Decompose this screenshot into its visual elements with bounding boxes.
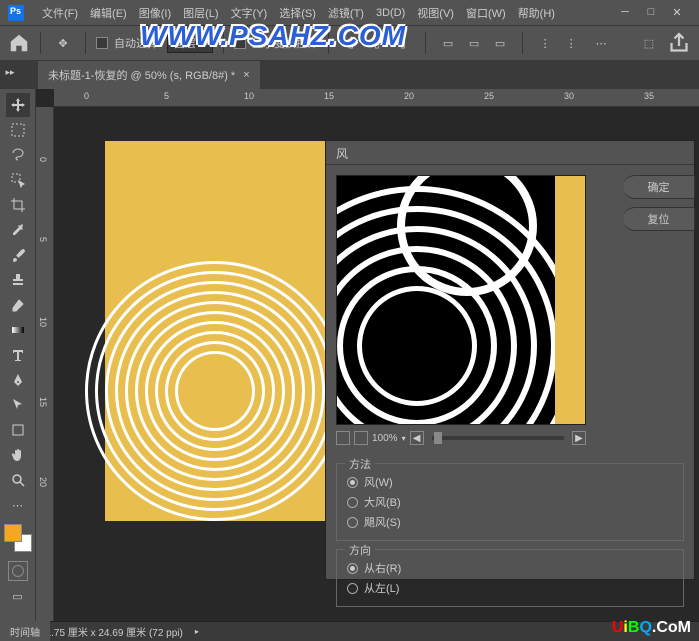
menu-layer[interactable]: 图层(L) (177, 5, 224, 21)
preview-fit-icon[interactable] (336, 431, 350, 445)
stamp-tool[interactable] (6, 268, 30, 292)
ruler-horizontal[interactable]: 0 5 10 15 20 25 30 35 (54, 89, 699, 107)
artboard[interactable] (105, 141, 345, 521)
menu-edit[interactable]: 编辑(E) (84, 5, 133, 21)
eyedropper-tool[interactable] (6, 218, 30, 242)
uibq-watermark: UiBQ.CoM (612, 619, 691, 637)
watermark-text: WWW.PSAHZ.COM (140, 20, 406, 52)
type-tool[interactable] (6, 343, 30, 367)
method-wind-radio[interactable]: 风(W) (347, 472, 673, 492)
crop-tool[interactable] (6, 193, 30, 217)
marquee-tool[interactable] (6, 118, 30, 142)
status-bar: 50% 31.75 厘米 x 24.69 厘米 (72 ppi) ▸ (0, 621, 699, 641)
quick-mask-icon[interactable] (8, 561, 28, 581)
align-top-icon[interactable]: ▭ (436, 31, 460, 55)
expand-panel-icon[interactable]: ▸▸ (2, 66, 18, 78)
lasso-tool[interactable] (6, 143, 30, 167)
align-middle-icon[interactable]: ▭ (462, 31, 486, 55)
preview-actual-icon[interactable] (354, 431, 368, 445)
menu-view[interactable]: 视图(V) (411, 5, 460, 21)
menu-image[interactable]: 图像(I) (133, 5, 177, 21)
menu-file[interactable]: 文件(F) (36, 5, 84, 21)
brush-tool[interactable] (6, 243, 30, 267)
distribute-v-icon[interactable]: ⋮ (559, 31, 583, 55)
menu-3d[interactable]: 3D(D) (370, 7, 411, 19)
close-icon[interactable]: ✕ (671, 6, 683, 19)
edit-toolbar-icon[interactable]: ⋯ (6, 493, 30, 517)
method-stagger-radio[interactable]: 飓风(S) (347, 512, 673, 532)
reset-button[interactable]: 复位 (623, 207, 695, 231)
direction-legend: 方向 (345, 542, 375, 558)
zoom-tool[interactable] (6, 468, 30, 492)
method-group: 方法 风(W) 大风(B) 飓风(S) (336, 463, 684, 541)
zoom-out-minus-icon[interactable]: ◀ (410, 431, 424, 445)
preview-zoom-controls: 100% ▾ ◀ ▶ (336, 431, 586, 445)
gradient-tool[interactable] (6, 318, 30, 342)
menu-select[interactable]: 选择(S) (273, 5, 322, 21)
pen-tool[interactable] (6, 368, 30, 392)
align-bottom-icon[interactable]: ▭ (488, 31, 512, 55)
minimize-icon[interactable]: ─ (619, 6, 631, 19)
more-options-icon[interactable]: ⋯ (589, 31, 613, 55)
menu-type[interactable]: 文字(Y) (225, 5, 274, 21)
direction-group: 方向 从右(R) 从左(L) (336, 549, 684, 607)
method-legend: 方法 (345, 456, 375, 472)
ruler-vertical[interactable]: 0 5 10 15 20 (36, 107, 54, 621)
eraser-tool[interactable] (6, 293, 30, 317)
foreground-color-swatch[interactable] (4, 524, 22, 542)
dialog-title[interactable]: 风 (326, 141, 694, 165)
color-swatches[interactable] (4, 524, 32, 552)
shape-tool[interactable] (6, 418, 30, 442)
menu-help[interactable]: 帮助(H) (512, 5, 561, 21)
menu-filter[interactable]: 滤镜(T) (322, 5, 370, 21)
ok-button[interactable]: 确定 (623, 175, 695, 199)
direction-right-radio[interactable]: 从右(R) (347, 558, 673, 578)
screen-mode-icon[interactable]: ▭ (8, 586, 28, 606)
zoom-slider[interactable] (432, 436, 564, 440)
auto-select-checkbox[interactable] (96, 37, 108, 49)
app-logo-icon (8, 5, 24, 21)
3d-mode-icon[interactable]: ⬚ (637, 31, 661, 55)
move-tool[interactable] (6, 93, 30, 117)
wind-filter-dialog: 风 确定 复位 100% ▾ ◀ (325, 140, 695, 580)
path-select-tool[interactable] (6, 393, 30, 417)
zoom-value: 100% (372, 433, 398, 444)
window-controls: ─ □ ✕ (619, 6, 691, 19)
document-info[interactable]: 31.75 厘米 x 24.69 厘米 (72 ppi) (40, 624, 183, 639)
hand-tool[interactable] (6, 443, 30, 467)
maximize-icon[interactable]: □ (645, 6, 657, 19)
tab-close-icon[interactable]: × (243, 69, 249, 81)
document-tab-bar: 未标题-1-恢复的 @ 50% (s, RGB/8#) * × (0, 61, 699, 89)
document-tab[interactable]: 未标题-1-恢复的 @ 50% (s, RGB/8#) * × (38, 61, 260, 89)
tools-panel: ⋯ ▭ (0, 89, 36, 621)
timeline-panel-tab[interactable]: 时间轴 (0, 621, 50, 641)
share-icon[interactable] (667, 31, 691, 55)
distribute-h-icon[interactable]: ⋮ (533, 31, 557, 55)
filter-preview[interactable] (336, 175, 586, 425)
home-icon[interactable] (8, 32, 30, 54)
document-tab-title: 未标题-1-恢复的 @ 50% (s, RGB/8#) * (48, 67, 235, 83)
zoom-in-plus-icon[interactable]: ▶ (572, 431, 586, 445)
method-blast-radio[interactable]: 大风(B) (347, 492, 673, 512)
direction-left-radio[interactable]: 从左(L) (347, 578, 673, 598)
quick-select-tool[interactable] (6, 168, 30, 192)
menu-window[interactable]: 窗口(W) (460, 5, 512, 21)
move-tool-icon[interactable]: ✥ (51, 31, 75, 55)
